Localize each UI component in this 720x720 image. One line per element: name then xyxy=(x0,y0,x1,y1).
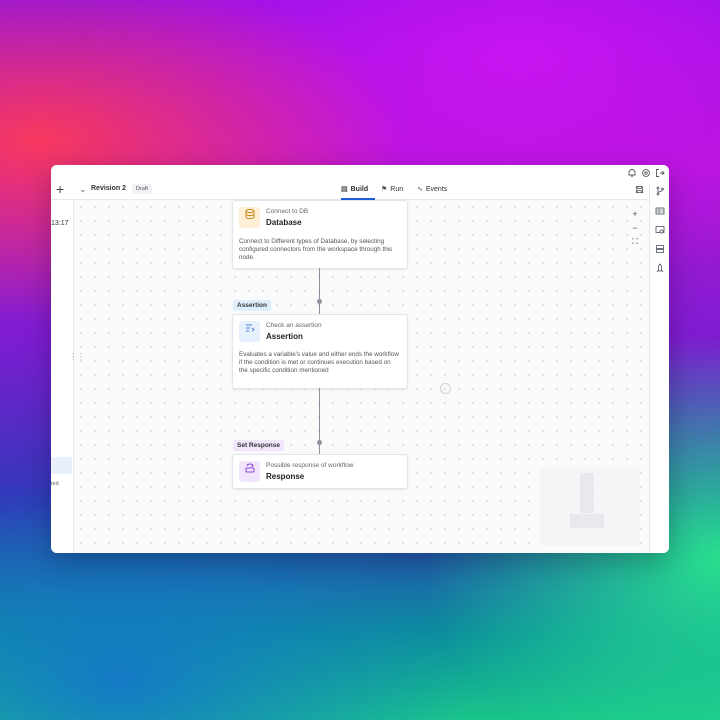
assertion-node-label: Assertion xyxy=(233,300,271,311)
settings-icon[interactable] xyxy=(640,168,652,180)
branch-icon[interactable] xyxy=(654,186,666,198)
tab-build[interactable]: ▤ Build xyxy=(341,184,375,200)
node-subtitle: Connect to DB xyxy=(266,208,309,215)
save-icon[interactable] xyxy=(635,185,644,196)
top-bar xyxy=(51,165,669,183)
node-description: Evaluates a variable's value and either … xyxy=(239,351,399,374)
right-sidebar xyxy=(649,183,669,553)
node-description: Connect to Different types of Database, … xyxy=(239,238,393,261)
logout-icon[interactable] xyxy=(654,168,666,180)
minimap[interactable] xyxy=(540,468,640,546)
revision-selector[interactable]: Revision 2 xyxy=(91,185,126,192)
panel-resize-handle[interactable]: ⋮⋮ xyxy=(69,352,85,361)
database-node[interactable]: Connect to DB Database Connect to Differ… xyxy=(232,200,408,269)
assertion-node[interactable]: Check an assertion Assertion Evaluates a… xyxy=(232,314,408,389)
assertion-icon xyxy=(239,321,260,342)
rocket-icon[interactable] xyxy=(654,263,666,275)
flag-icon: ⚑ xyxy=(381,186,388,193)
minimap-viewport xyxy=(570,514,604,528)
storage-icon[interactable] xyxy=(654,244,666,256)
edge-handle[interactable] xyxy=(317,299,322,304)
zoom-in-button[interactable]: + xyxy=(629,208,641,220)
workflow-canvas[interactable]: ⋮⋮ Connect to DB Database Connect to Dif… xyxy=(69,200,649,553)
tab-events[interactable]: ∿ Events xyxy=(417,184,447,198)
edge-connector xyxy=(319,388,320,458)
fit-view-button[interactable]: ⛶ xyxy=(629,236,641,248)
node-subtitle: Possible response of workflow xyxy=(266,462,354,469)
node-title: Database xyxy=(266,218,302,227)
database-icon xyxy=(239,207,260,228)
table-icon[interactable] xyxy=(654,206,666,218)
tab-run[interactable]: ⚑ Run xyxy=(381,184,403,198)
minimap-node xyxy=(580,473,594,513)
timestamp: 13:17 xyxy=(51,220,69,227)
zoom-out-button[interactable]: − xyxy=(629,222,641,234)
left-panel-status-text: ted xyxy=(51,481,59,487)
layout-icon: ▤ xyxy=(341,186,348,193)
response-node[interactable]: Possible response of workflow Response xyxy=(232,454,408,489)
bell-icon[interactable] xyxy=(626,168,638,180)
node-subtitle: Check an assertion xyxy=(266,322,322,329)
inspect-icon[interactable] xyxy=(654,225,666,237)
loading-spinner xyxy=(440,383,451,394)
editor-toolbar: + ⌄ Revision 2 Draft ▤ Build ⚑ Run ∿ Events xyxy=(51,181,649,200)
left-panel: 13:17 ted xyxy=(51,200,74,553)
edge-handle[interactable] xyxy=(317,440,322,445)
node-title: Assertion xyxy=(266,332,303,341)
chevron-down-icon[interactable]: ⌄ xyxy=(79,184,87,195)
workflow-editor-window: + ⌄ Revision 2 Draft ▤ Build ⚑ Run ∿ Events… xyxy=(51,165,669,553)
response-icon xyxy=(239,461,260,482)
activity-icon: ∿ xyxy=(417,186,423,193)
draft-badge: Draft xyxy=(132,184,152,194)
node-title: Response xyxy=(266,472,305,481)
response-node-label: Set Response xyxy=(233,440,284,451)
left-panel-selected-item[interactable] xyxy=(51,457,72,474)
add-button[interactable]: + xyxy=(56,181,64,197)
edge-connector xyxy=(319,268,320,316)
